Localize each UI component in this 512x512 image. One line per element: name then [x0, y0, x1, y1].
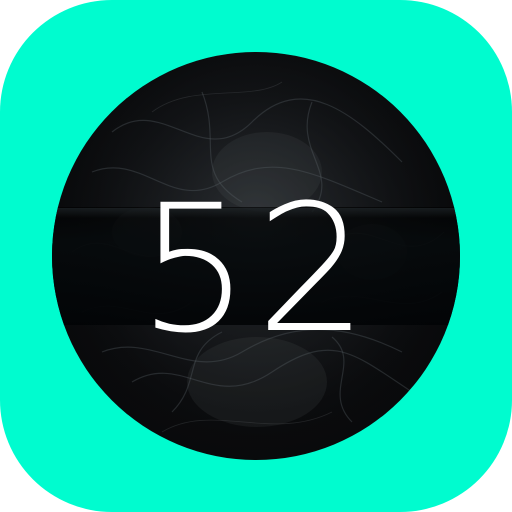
counter-value: 52	[138, 167, 374, 372]
app-icon[interactable]: 52	[0, 0, 512, 512]
dial-circle: 52	[52, 52, 460, 460]
